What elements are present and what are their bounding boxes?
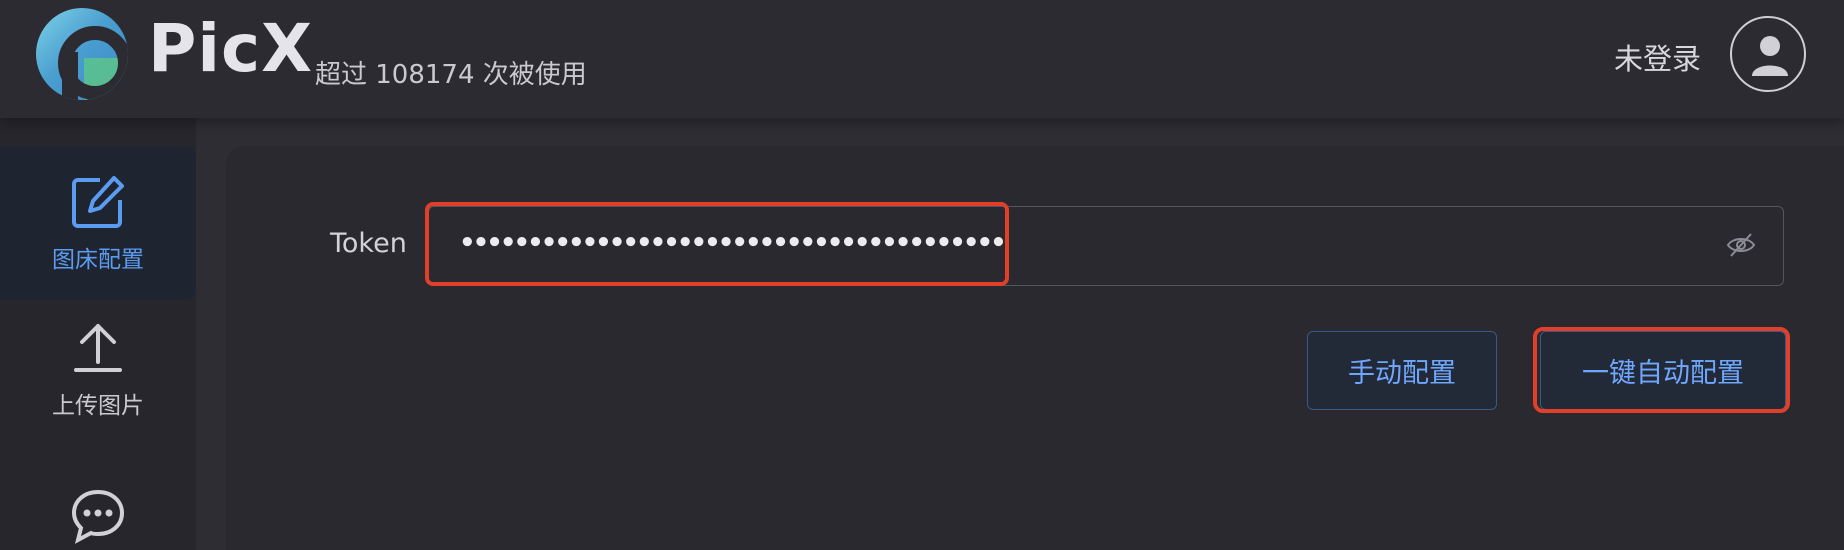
auto-config-highlight-box [1533, 327, 1790, 413]
sidebar: 图床配置 上传图片 [0, 118, 196, 550]
sidebar-item-upload[interactable]: 上传图片 [0, 318, 196, 472]
user-icon [1752, 36, 1788, 76]
edit-icon [72, 176, 124, 228]
login-status[interactable]: 未登录 [1614, 36, 1701, 78]
upload-icon [74, 324, 122, 372]
sidebar-item-label: 图床配置 [52, 247, 144, 273]
eye-off-icon[interactable] [1726, 230, 1756, 260]
usage-count-text: 超过 108174 次被使用 [315, 60, 587, 90]
sidebar-item-feedback[interactable] [0, 480, 196, 550]
chat-icon [71, 489, 125, 544]
sidebar-item-label: 上传图片 [52, 393, 144, 419]
picx-logo[interactable] [36, 8, 128, 100]
brand-name: PicX [148, 10, 314, 87]
user-avatar[interactable] [1730, 16, 1806, 92]
token-highlight-box [425, 202, 1009, 286]
token-label: Token [330, 228, 407, 259]
sidebar-item-imagebed-config[interactable]: 图床配置 [0, 146, 196, 300]
manual-config-button[interactable]: 手动配置 [1307, 331, 1497, 410]
app-header: PicX 超过 108174 次被使用 未登录 [0, 0, 1844, 118]
